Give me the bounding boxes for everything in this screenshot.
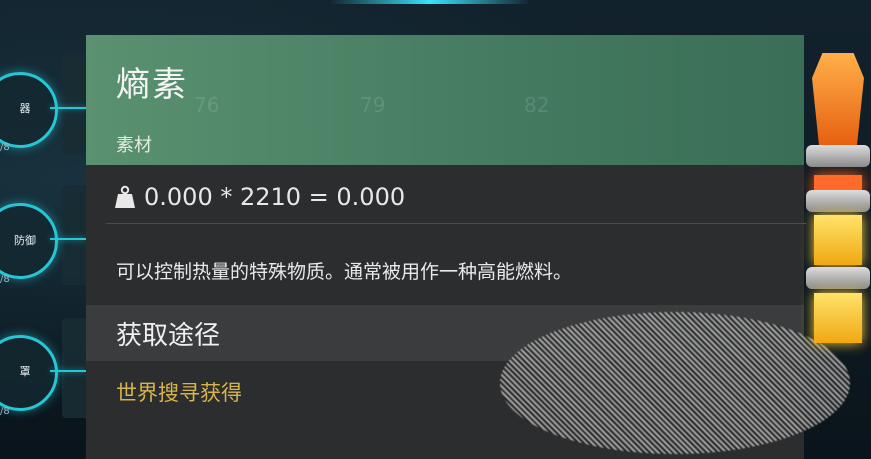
item-description: 可以控制热量的特殊物质。通常被用作一种高能燃料。 bbox=[116, 261, 573, 283]
item-name: 熵素 bbox=[116, 65, 188, 105]
acquisition-title: 获取途径 bbox=[116, 321, 221, 351]
preview-core bbox=[814, 215, 862, 265]
weight-icon bbox=[114, 185, 136, 209]
divider bbox=[106, 223, 806, 224]
item-header: 76 79 82 熵素 素材 bbox=[86, 35, 804, 165]
weight-formula: 0.000 * 2210 = 0.000 bbox=[144, 183, 406, 211]
skill-branch bbox=[50, 238, 86, 240]
preview-core bbox=[814, 293, 862, 343]
watermark-noise bbox=[500, 312, 850, 454]
ghost-number: 76 bbox=[194, 93, 220, 117]
skill-node-count: /8 bbox=[0, 406, 10, 417]
item-preview-image bbox=[804, 45, 871, 459]
ghost-number: 82 bbox=[524, 93, 550, 117]
preview-ring bbox=[806, 190, 870, 212]
top-glow-line bbox=[330, 0, 530, 4]
skill-branch bbox=[50, 370, 86, 372]
preview-ring bbox=[806, 267, 870, 289]
skill-node-count: /8 bbox=[0, 274, 10, 285]
item-category: 素材 bbox=[116, 135, 152, 156]
preview-ring bbox=[806, 145, 870, 167]
weight-row: 0.000 * 2210 = 0.000 bbox=[114, 177, 405, 217]
skill-node-count: /8 bbox=[0, 142, 10, 153]
preview-cap bbox=[812, 53, 864, 153]
acquisition-source[interactable]: 世界搜寻获得 bbox=[116, 377, 242, 407]
skill-node-label: 罩 bbox=[19, 365, 31, 378]
skill-node-label: 器 bbox=[19, 102, 31, 115]
skill-node-label: 防御 bbox=[14, 234, 36, 247]
skill-branch bbox=[50, 107, 86, 109]
ghost-number: 79 bbox=[360, 93, 386, 117]
